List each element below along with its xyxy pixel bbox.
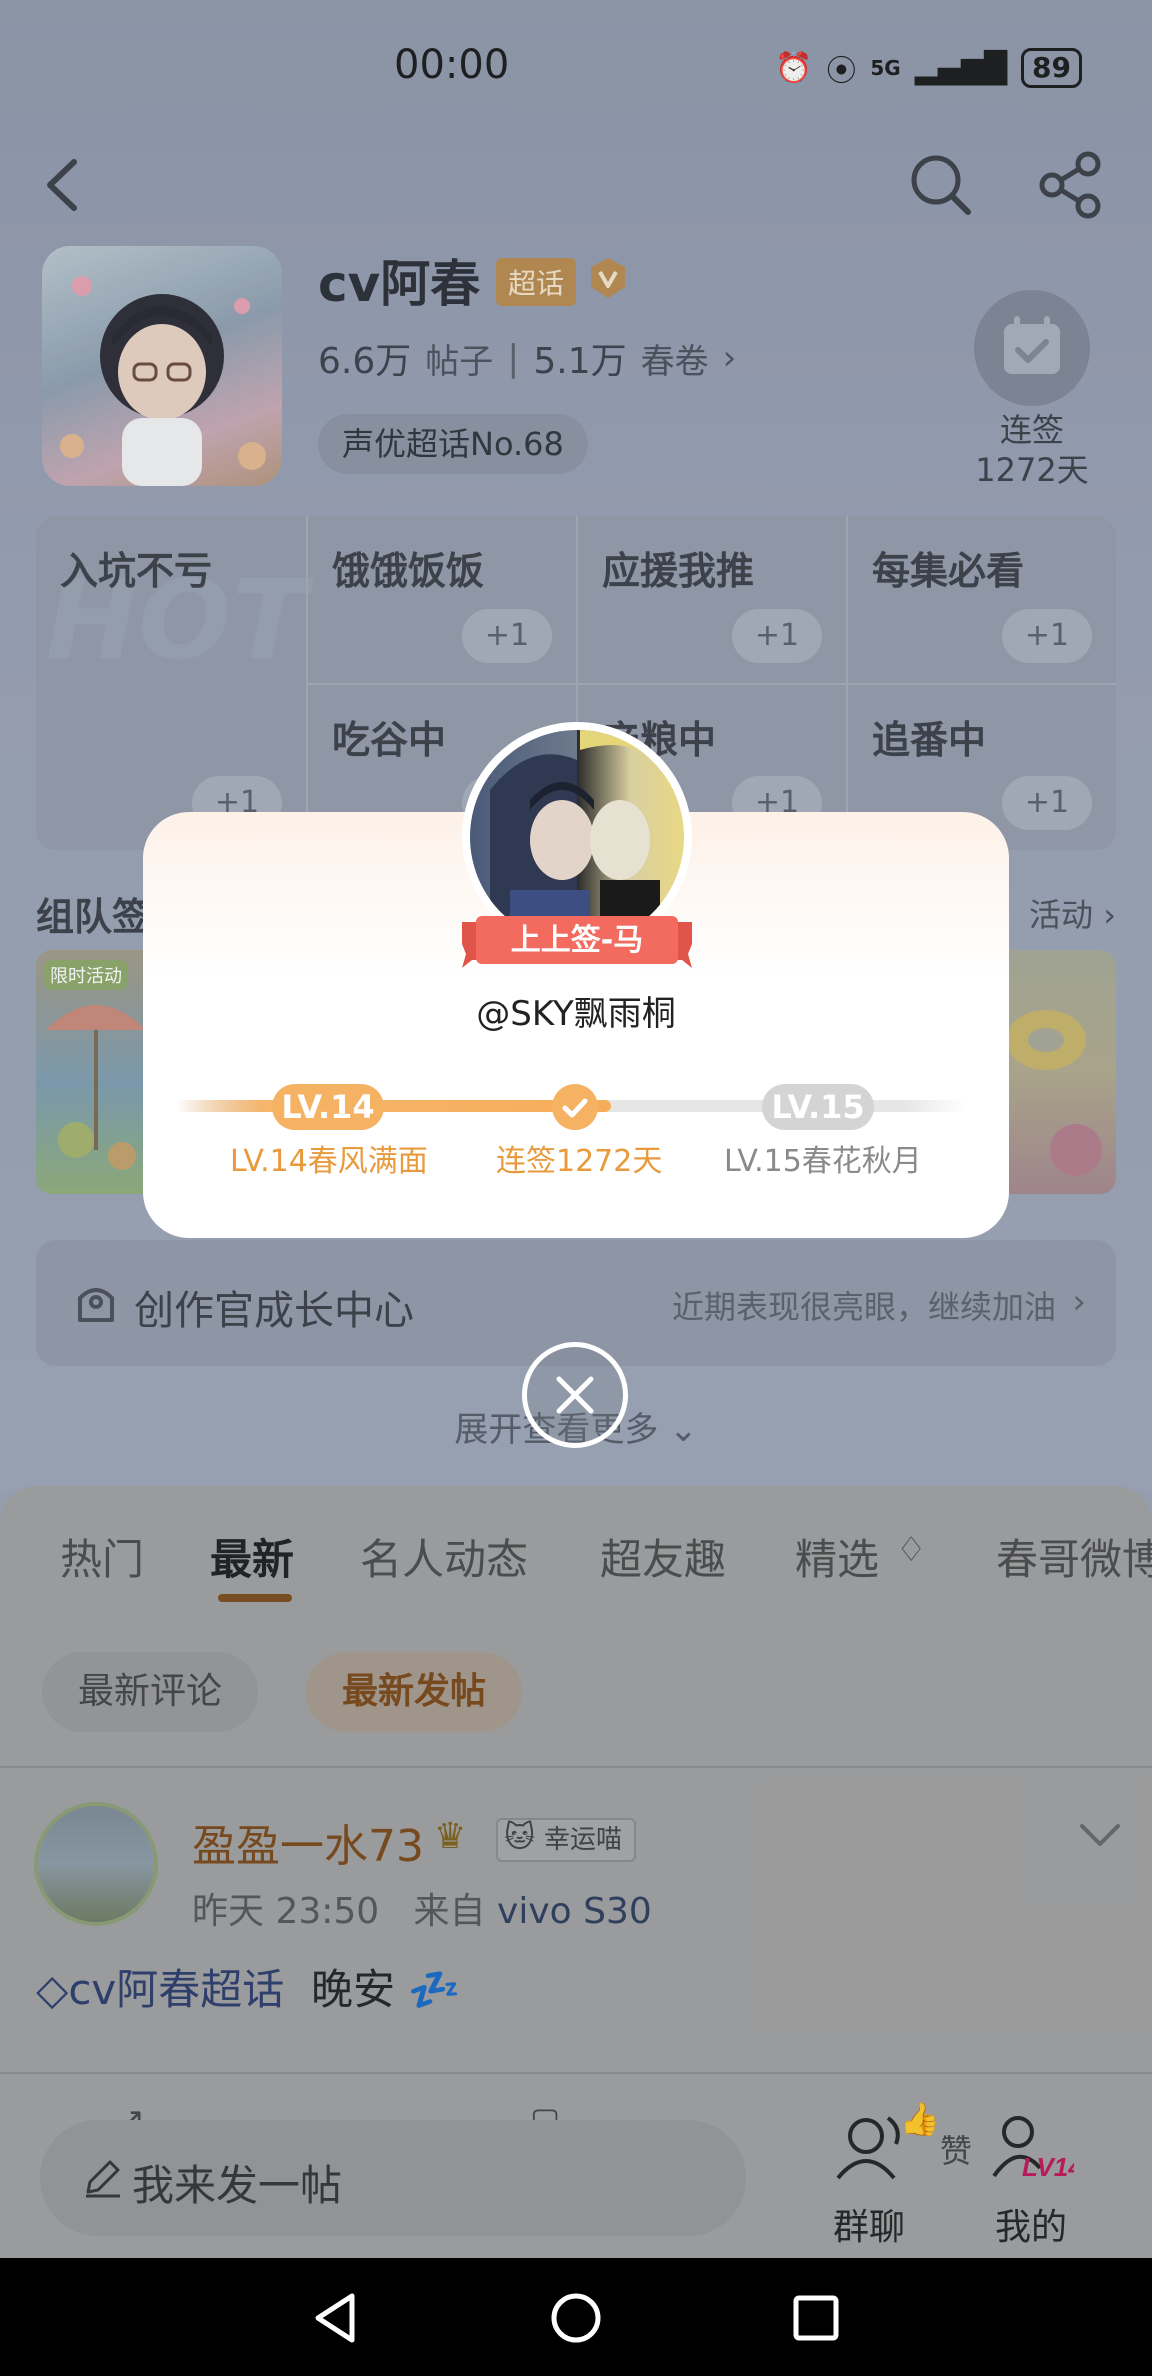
system-nav-bar	[0, 2258, 1152, 2376]
modal-username: @SKY飘雨桐	[476, 994, 676, 1034]
current-level-name: LV.14春风满面	[230, 1144, 428, 1179]
fortune-ribbon: 上上签-马	[462, 914, 692, 968]
nav-recents-icon[interactable]	[786, 2288, 846, 2348]
streak-days: 连签1272天	[496, 1144, 663, 1179]
next-level-badge: LV.15	[762, 1084, 874, 1130]
avatar-illustration	[490, 730, 684, 944]
next-level-name: LV.15春花秋月	[724, 1144, 922, 1179]
nav-back-icon[interactable]	[306, 2288, 366, 2348]
close-modal-button[interactable]	[522, 1342, 628, 1448]
check-icon	[562, 1098, 588, 1118]
checkin-progress-marker	[552, 1084, 598, 1130]
nav-home-icon[interactable]	[546, 2288, 606, 2348]
progress-track-fill	[176, 1100, 611, 1112]
modal-avatar-image	[470, 730, 684, 944]
fortune-label: 上上签-马	[510, 923, 644, 958]
current-level-badge: LV.14	[272, 1084, 384, 1130]
close-icon	[556, 1376, 594, 1414]
